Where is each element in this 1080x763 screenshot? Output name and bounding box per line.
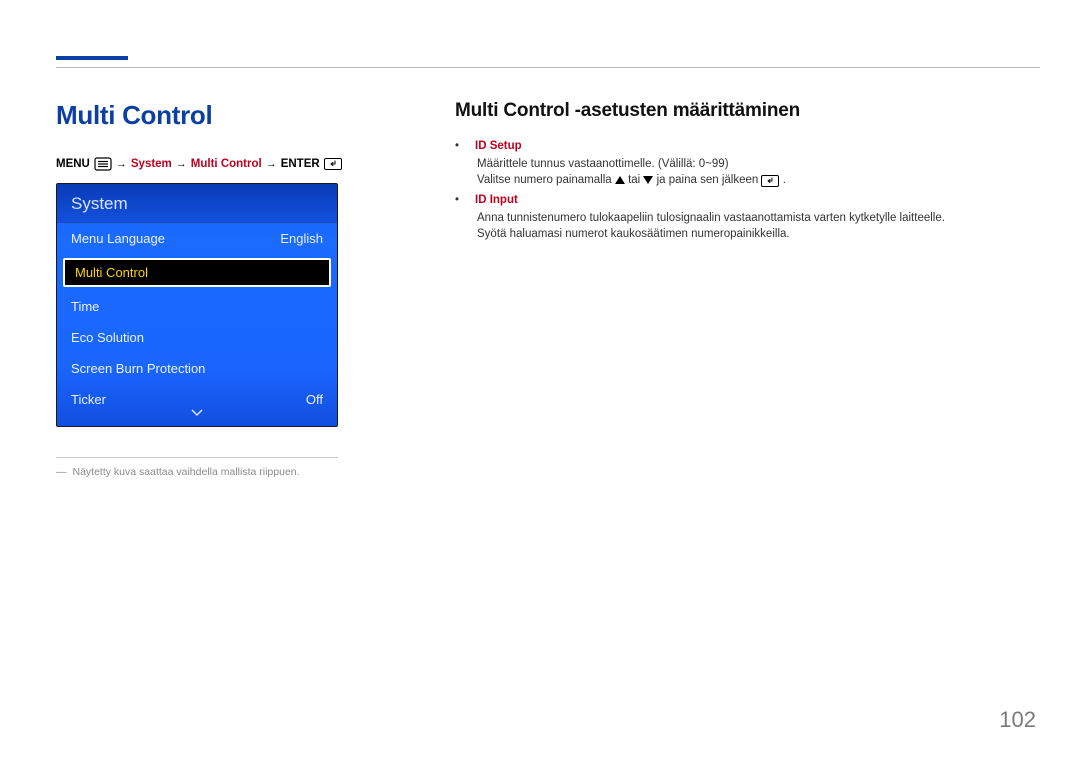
top-accent-bar [56,56,128,60]
arrow-right-icon: → [176,157,187,171]
triangle-up-icon [615,176,625,184]
triangle-down-icon [643,176,653,184]
breadcrumb-enter-label: ENTER [281,157,320,171]
menu-item-label: Time [71,299,99,314]
menu-item-eco-solution[interactable]: Eco Solution [57,322,337,353]
arrow-right-icon: → [116,157,127,171]
page-title: Multi Control [56,100,346,131]
breadcrumb-menu-label: MENU [56,157,90,171]
panel-title: System [57,184,337,223]
left-column: Multi Control MENU → System → Multi Cont… [56,100,346,478]
menu-item-selected: Multi Control [63,258,331,287]
footnote-dash-icon: ― [56,466,67,478]
text-fragment: ja paina sen jälkeen [657,174,762,186]
setting-body: Määrittele tunnus vastaanottimelle. (Väl… [477,156,1025,188]
setting-list: • ID Setup Määrittele tunnus vastaanotti… [455,140,1025,242]
breadcrumb-system: System [131,157,172,171]
scroll-down-indicator[interactable] [57,406,337,420]
text-fragment: tai [628,174,643,186]
menu-item-time[interactable]: Time [57,291,337,322]
menu-item-value: English [280,231,323,246]
menu-item-screen-burn-protection[interactable]: Screen Burn Protection [57,353,337,384]
text-fragment: Valitse numero painamalla [477,174,615,186]
left-footer-rule [56,457,338,458]
setting-id-setup: • ID Setup Määrittele tunnus vastaanotti… [455,140,1025,188]
setting-line: Määrittele tunnus vastaanottimelle. (Väl… [477,156,1025,172]
text-fragment: . [783,174,786,186]
setting-label: ID Setup [475,140,522,152]
setting-label: ID Input [475,194,518,206]
panel-rows: Menu Language English Multi Control Time… [57,223,337,415]
setting-id-input: • ID Input Anna tunnistenumero tulokaape… [455,194,1025,242]
breadcrumb: MENU → System → Multi Control → ENTER [56,157,346,171]
footnote: ― Näytetty kuva saattaa vaihdella mallis… [56,466,346,478]
setting-body: Anna tunnistenumero tulokaapeliin tulosi… [477,210,1025,242]
menu-item-menu-language[interactable]: Menu Language English [57,223,337,254]
menu-item-label: Eco Solution [71,330,144,345]
menu-item-label: Multi Control [75,265,148,280]
page-number: 102 [999,707,1036,733]
setting-line: Valitse numero painamalla tai ja paina s… [477,172,1025,188]
menu-item-label: Ticker [71,392,106,407]
menu-icon [94,157,112,171]
page: Multi Control MENU → System → Multi Cont… [0,0,1080,763]
enter-icon [761,175,779,187]
breadcrumb-multi-control: Multi Control [191,157,262,171]
setting-line: Syötä haluamasi numerot kaukosäätimen nu… [477,226,1025,242]
top-horizontal-rule [56,67,1040,68]
menu-item-multi-control[interactable]: Multi Control [57,254,337,291]
chevron-down-icon [191,409,203,417]
right-column: Multi Control -asetusten määrittäminen •… [455,100,1025,248]
menu-item-label: Screen Burn Protection [71,361,205,376]
enter-icon [324,157,342,171]
footnote-text: Näytetty kuva saattaa vaihdella mallista… [73,466,300,478]
bullet-icon: • [455,140,465,152]
system-menu-panel: System Menu Language English Multi Contr… [56,183,338,427]
arrow-right-icon: → [266,157,277,171]
bullet-icon: • [455,194,465,206]
menu-item-label: Menu Language [71,231,165,246]
menu-item-value: Off [306,392,323,407]
section-title: Multi Control -asetusten määrittäminen [455,100,1025,122]
setting-line: Anna tunnistenumero tulokaapeliin tulosi… [477,210,1025,226]
